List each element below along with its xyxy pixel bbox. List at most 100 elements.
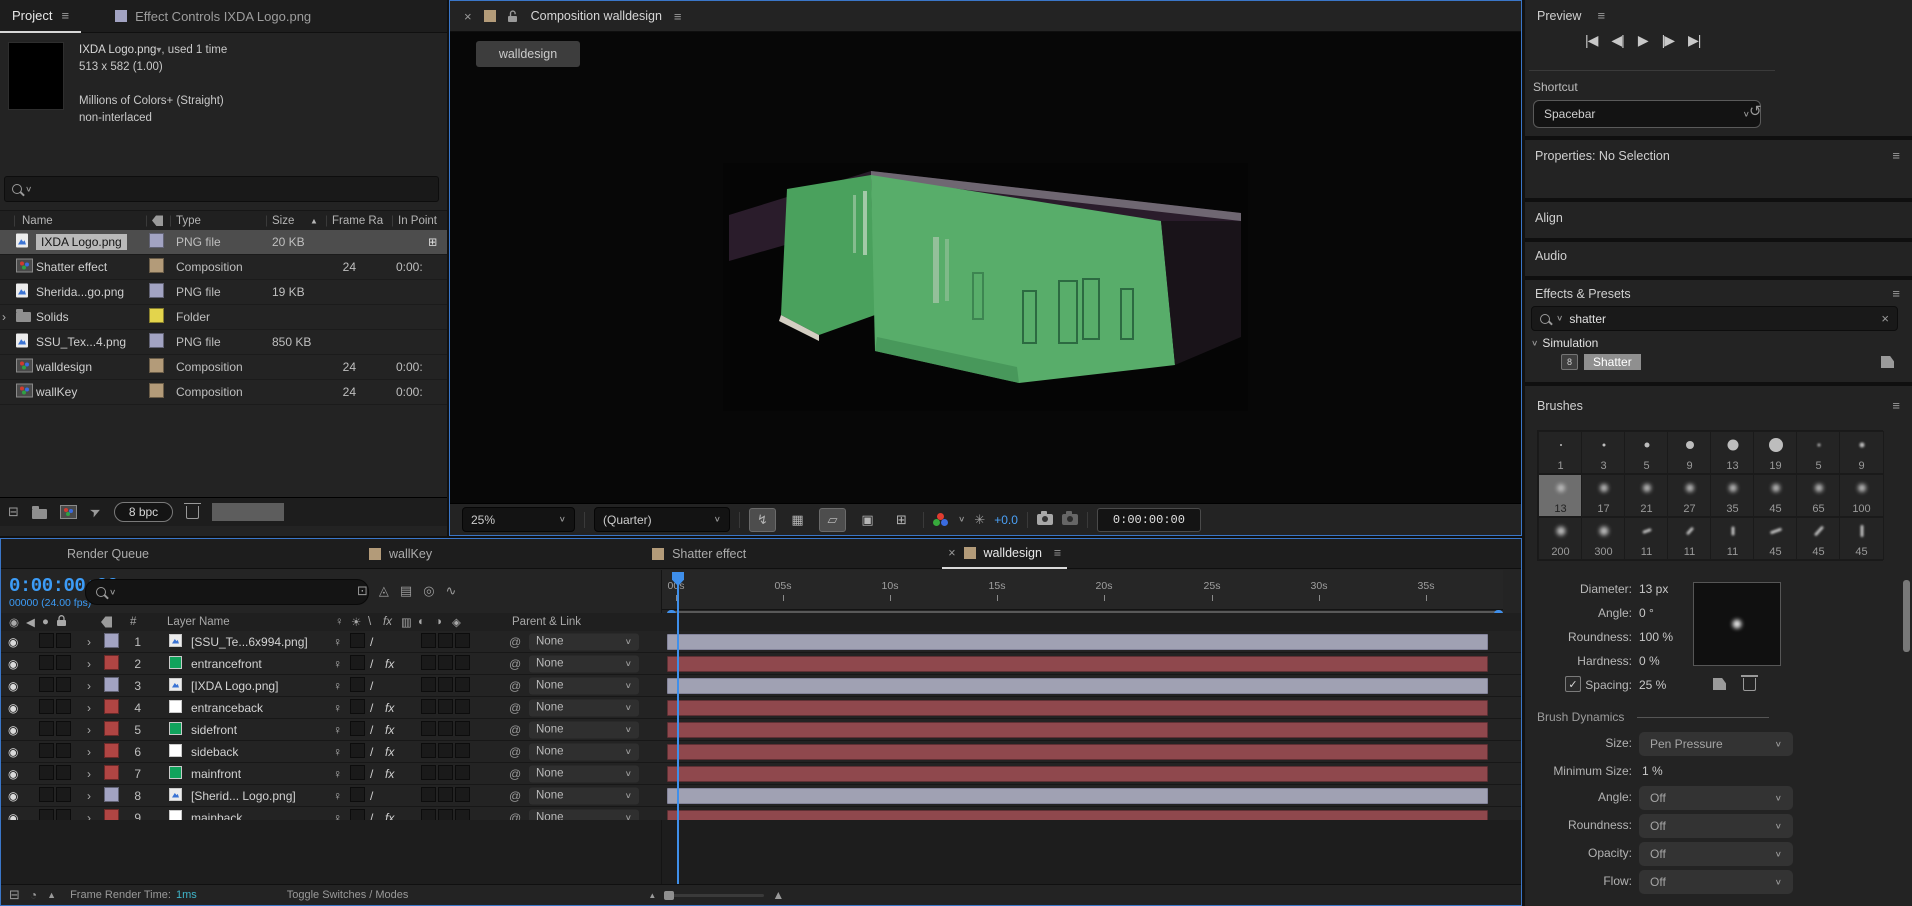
brush-preset[interactable]: 21 (1624, 474, 1669, 517)
threed-column-icon[interactable]: ◈ (452, 615, 461, 629)
brush-preset[interactable]: 13 (1538, 474, 1583, 517)
next-frame-button[interactable]: |▶ (1662, 32, 1674, 49)
layer-name[interactable]: sidefront (191, 723, 237, 737)
lock-cell[interactable] (56, 677, 71, 695)
effects-search-input[interactable]: ∨ shatter × (1531, 306, 1898, 331)
layer-row[interactable]: ◉ › 6 sideback ♀ / fx @ (1, 741, 1521, 763)
align-panel-title[interactable]: Align (1535, 211, 1563, 225)
item-name[interactable]: SSU_Tex...4.png (36, 335, 126, 349)
layer-color-swatch[interactable] (104, 655, 119, 673)
exposure-icon[interactable]: ✳ (974, 512, 985, 528)
collapse-switch-cell[interactable] (350, 765, 365, 783)
opacity-dynamics-dropdown[interactable]: Off∨ (1639, 842, 1793, 866)
brush-preset[interactable]: 100 (1839, 474, 1884, 517)
magnification-dropdown[interactable]: 25%∨ (462, 507, 575, 532)
layer-name[interactable]: [IXDA Logo.png] (191, 679, 278, 693)
video-column-eye-icon[interactable]: ◉ (9, 615, 19, 629)
project-item-row[interactable]: walldesign Composition 24 0:00: (0, 355, 447, 380)
unlock-icon[interactable] (508, 10, 519, 23)
timeline-tab[interactable]: Render Queue ≡ (53, 539, 155, 568)
audio-cell[interactable] (39, 655, 54, 673)
reset-icon[interactable]: ↺ (1749, 102, 1762, 120)
color-depth-button[interactable]: 8 bpc (114, 502, 173, 522)
brush-preset[interactable]: 45 (1839, 517, 1884, 560)
parent-link-dropdown[interactable]: None ∨ (529, 633, 639, 650)
frame-blend-cell[interactable] (421, 655, 436, 673)
roundness-dynamics-dropdown[interactable]: Off∨ (1639, 814, 1793, 838)
brush-preset[interactable]: 1 (1538, 431, 1583, 474)
last-frame-button[interactable]: ▶| (1688, 32, 1700, 49)
brush-preset[interactable]: 17 (1581, 474, 1626, 517)
brush-preset[interactable]: 13 (1710, 431, 1755, 474)
column-frame-rate[interactable]: Frame Ra (332, 215, 383, 227)
twirl-icon[interactable]: › (2, 310, 6, 324)
brush-preset[interactable]: 27 (1667, 474, 1712, 517)
audio-cell[interactable] (39, 721, 54, 739)
frame-blend-cell[interactable] (421, 721, 436, 739)
brush-preset[interactable]: 3 (1581, 431, 1626, 474)
item-name[interactable]: IXDA Logo.png (36, 234, 127, 250)
layer-row[interactable]: ◉ › 3 [IXDA Logo.png] ♀ / @ (1, 675, 1521, 697)
layer-color-swatch[interactable] (104, 677, 119, 695)
collapse-switch-cell[interactable] (350, 633, 365, 651)
solo-column-icon[interactable]: ● (42, 616, 49, 628)
viewer-timecode[interactable]: 0:00:00:00 (1097, 508, 1201, 532)
column-number[interactable]: # (130, 616, 136, 628)
layer-color-swatch[interactable] (104, 633, 119, 651)
layer-color-swatch[interactable] (104, 699, 119, 717)
layer-visibility-eye-icon[interactable]: ◉ (8, 723, 18, 737)
quality-switch-icon[interactable]: / (370, 723, 373, 737)
twirl-icon[interactable]: › (87, 767, 91, 781)
item-name[interactable]: walldesign (36, 360, 92, 374)
zoom-out-mountain-icon[interactable]: ▲ (648, 891, 656, 900)
motion-blur-cell[interactable] (438, 787, 453, 805)
shy-switch-icon[interactable]: ♀ (333, 745, 342, 759)
column-size[interactable]: Size (272, 215, 294, 227)
take-snapshot-icon[interactable] (1037, 514, 1053, 525)
panel-menu-icon[interactable]: ≡ (1892, 148, 1900, 163)
adjustment-cell[interactable] (455, 787, 470, 805)
tab-effect-controls[interactable]: Effect Controls IXDA Logo.png (115, 9, 311, 24)
audio-cell[interactable] (39, 677, 54, 695)
sort-ascending-icon[interactable]: ▲ (310, 216, 318, 225)
item-name[interactable]: Shatter effect (36, 260, 107, 274)
brush-preset[interactable]: 45 (1753, 474, 1798, 517)
shortcut-dropdown[interactable]: Spacebar ∨ (1533, 100, 1761, 128)
parent-link-dropdown[interactable]: None ∨ (529, 787, 639, 804)
collapse-column-icon[interactable]: ☀ (351, 615, 361, 629)
column-type[interactable]: Type (176, 215, 201, 227)
collapse-switch-cell[interactable] (350, 655, 365, 673)
pickwhip-icon[interactable]: @ (509, 789, 521, 803)
composition-tab[interactable]: × Composition walldesign ≡ (450, 1, 1521, 32)
scrollbar[interactable] (1903, 580, 1910, 652)
mask-visibility-icon[interactable]: ▱ (819, 508, 846, 532)
layer-visibility-eye-icon[interactable]: ◉ (8, 789, 18, 803)
frame-blending-icon[interactable]: ▤ (400, 583, 412, 599)
label-color-swatch[interactable] (149, 233, 164, 251)
panel-menu-icon[interactable]: ≡ (1892, 286, 1900, 301)
panel-menu-icon[interactable]: ≡ (1597, 8, 1605, 23)
layer-row[interactable]: ◉ › 1 [SSU_Te...6x994.png] ♀ / @ (1, 631, 1521, 653)
fast-previews-icon[interactable]: ↯ (749, 508, 776, 532)
layer-row[interactable]: ◉ › 5 sidefront ♀ / fx @ (1, 719, 1521, 741)
exposure-value[interactable]: +0.0 (994, 513, 1018, 527)
quality-switch-icon[interactable]: / (370, 657, 373, 671)
pickwhip-icon[interactable]: @ (509, 767, 521, 781)
project-renderer-icon[interactable]: ➤ (87, 502, 104, 521)
layer-row[interactable]: ◉ › 7 mainfront ♀ / fx @ (1, 763, 1521, 785)
pickwhip-icon[interactable]: @ (509, 701, 521, 715)
label-color-swatch[interactable] (149, 258, 164, 276)
audio-cell[interactable] (39, 787, 54, 805)
new-folder-icon[interactable] (32, 509, 47, 519)
fx-switch-icon[interactable]: fx (385, 723, 394, 737)
brush-preset[interactable]: 45 (1796, 517, 1841, 560)
parent-link-dropdown[interactable]: None ∨ (529, 699, 639, 716)
layer-duration-bar[interactable] (667, 744, 1488, 760)
twirl-icon[interactable]: › (87, 701, 91, 715)
twirl-icon[interactable]: › (87, 789, 91, 803)
frame-blend-cell[interactable] (421, 633, 436, 651)
fx-switch-icon[interactable]: fx (385, 767, 394, 781)
project-item-row[interactable]: SSU_Tex...4.png PNG file 850 KB (0, 330, 447, 355)
audio-cell[interactable] (39, 765, 54, 783)
motion-blur-cell[interactable] (438, 633, 453, 651)
